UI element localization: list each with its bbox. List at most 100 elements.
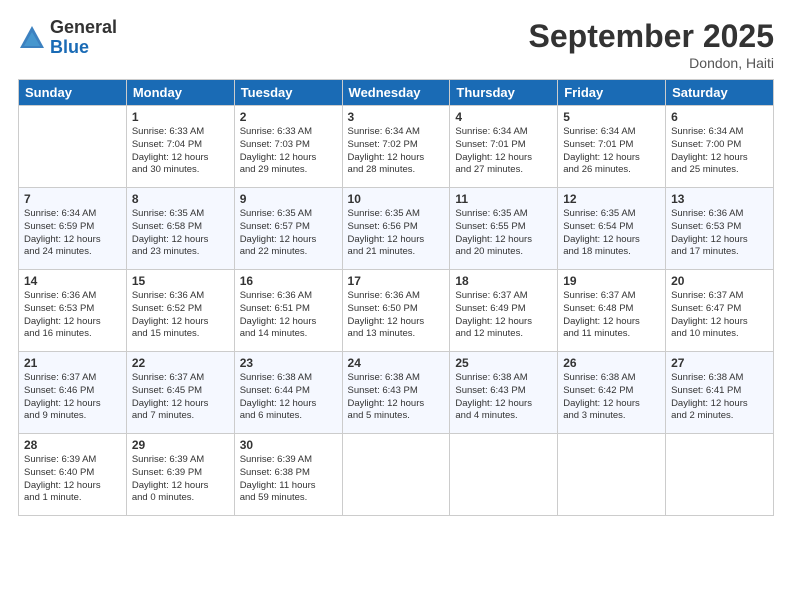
day-info: Sunrise: 6:37 AM Sunset: 6:46 PM Dayligh… xyxy=(24,372,121,423)
day-info: Sunrise: 6:36 AM Sunset: 6:50 PM Dayligh… xyxy=(348,290,445,341)
header-friday: Friday xyxy=(558,80,666,106)
header-thursday: Thursday xyxy=(450,80,558,106)
calendar-cell xyxy=(342,434,450,516)
day-number: 19 xyxy=(563,274,660,288)
day-number: 11 xyxy=(455,192,552,206)
calendar-cell: 7 Sunrise: 6:34 AM Sunset: 6:59 PM Daylig… xyxy=(19,188,127,270)
calendar-week-4: 21 Sunrise: 6:37 AM Sunset: 6:46 PM Dayli… xyxy=(19,352,774,434)
day-info: Sunrise: 6:36 AM Sunset: 6:53 PM Dayligh… xyxy=(671,208,768,259)
day-info: Sunrise: 6:38 AM Sunset: 6:42 PM Dayligh… xyxy=(563,372,660,423)
day-number: 25 xyxy=(455,356,552,370)
header-wednesday: Wednesday xyxy=(342,80,450,106)
day-info: Sunrise: 6:38 AM Sunset: 6:41 PM Dayligh… xyxy=(671,372,768,423)
day-info: Sunrise: 6:33 AM Sunset: 7:04 PM Dayligh… xyxy=(132,126,229,177)
calendar-cell: 25 Sunrise: 6:38 AM Sunset: 6:43 PM Dayli… xyxy=(450,352,558,434)
calendar-cell: 15Sunrise: 6:36 AM Sunset: 6:52 PM Dayli… xyxy=(126,270,234,352)
calendar-cell: 1 Sunrise: 6:33 AM Sunset: 7:04 PM Daylig… xyxy=(126,106,234,188)
header: General Blue September 2025 Dondon, Hait… xyxy=(18,18,774,71)
calendar-week-5: 28Sunrise: 6:39 AM Sunset: 6:40 PM Dayli… xyxy=(19,434,774,516)
day-info: Sunrise: 6:38 AM Sunset: 6:43 PM Dayligh… xyxy=(455,372,552,423)
day-info: Sunrise: 6:33 AM Sunset: 7:03 PM Dayligh… xyxy=(240,126,337,177)
calendar-cell: 27 Sunrise: 6:38 AM Sunset: 6:41 PM Dayli… xyxy=(666,352,774,434)
day-number: 10 xyxy=(348,192,445,206)
day-number: 20 xyxy=(671,274,768,288)
day-number: 22 xyxy=(132,356,229,370)
month-title: September 2025 xyxy=(529,18,774,55)
logo-general-text: General xyxy=(50,18,117,38)
day-number: 13 xyxy=(671,192,768,206)
day-info: Sunrise: 6:35 AM Sunset: 6:57 PM Dayligh… xyxy=(240,208,337,259)
weekday-header-row: Sunday Monday Tuesday Wednesday Thursday… xyxy=(19,80,774,106)
logo-text: General Blue xyxy=(50,18,117,58)
day-info: Sunrise: 6:34 AM Sunset: 7:01 PM Dayligh… xyxy=(563,126,660,177)
header-saturday: Saturday xyxy=(666,80,774,106)
day-info: Sunrise: 6:34 AM Sunset: 7:01 PM Dayligh… xyxy=(455,126,552,177)
calendar-cell: 29Sunrise: 6:39 AM Sunset: 6:39 PM Dayli… xyxy=(126,434,234,516)
day-info: Sunrise: 6:36 AM Sunset: 6:52 PM Dayligh… xyxy=(132,290,229,341)
day-info: Sunrise: 6:37 AM Sunset: 6:47 PM Dayligh… xyxy=(671,290,768,341)
day-number: 16 xyxy=(240,274,337,288)
calendar-cell: 2 Sunrise: 6:33 AM Sunset: 7:03 PM Daylig… xyxy=(234,106,342,188)
day-info: Sunrise: 6:38 AM Sunset: 6:43 PM Dayligh… xyxy=(348,372,445,423)
day-number: 17 xyxy=(348,274,445,288)
calendar-cell: 21 Sunrise: 6:37 AM Sunset: 6:46 PM Dayli… xyxy=(19,352,127,434)
day-info: Sunrise: 6:35 AM Sunset: 6:58 PM Dayligh… xyxy=(132,208,229,259)
day-info: Sunrise: 6:39 AM Sunset: 6:40 PM Dayligh… xyxy=(24,454,121,505)
day-number: 3 xyxy=(348,110,445,124)
day-number: 1 xyxy=(132,110,229,124)
day-info: Sunrise: 6:36 AM Sunset: 6:51 PM Dayligh… xyxy=(240,290,337,341)
calendar-cell: 13 Sunrise: 6:36 AM Sunset: 6:53 PM Dayli… xyxy=(666,188,774,270)
logo-icon xyxy=(18,24,46,52)
day-info: Sunrise: 6:34 AM Sunset: 7:02 PM Dayligh… xyxy=(348,126,445,177)
calendar-cell: 4 Sunrise: 6:34 AM Sunset: 7:01 PM Daylig… xyxy=(450,106,558,188)
calendar-week-1: 1 Sunrise: 6:33 AM Sunset: 7:04 PM Daylig… xyxy=(19,106,774,188)
page: General Blue September 2025 Dondon, Hait… xyxy=(0,0,792,612)
day-number: 21 xyxy=(24,356,121,370)
calendar-week-3: 14 Sunrise: 6:36 AM Sunset: 6:53 PM Dayli… xyxy=(19,270,774,352)
day-number: 14 xyxy=(24,274,121,288)
calendar-cell: 20 Sunrise: 6:37 AM Sunset: 6:47 PM Dayli… xyxy=(666,270,774,352)
day-number: 7 xyxy=(24,192,121,206)
day-number: 4 xyxy=(455,110,552,124)
logo: General Blue xyxy=(18,18,117,58)
calendar-cell xyxy=(558,434,666,516)
calendar-table: Sunday Monday Tuesday Wednesday Thursday… xyxy=(18,79,774,516)
day-number: 8 xyxy=(132,192,229,206)
day-number: 12 xyxy=(563,192,660,206)
header-sunday: Sunday xyxy=(19,80,127,106)
calendar-cell: 9 Sunrise: 6:35 AM Sunset: 6:57 PM Daylig… xyxy=(234,188,342,270)
day-info: Sunrise: 6:39 AM Sunset: 6:38 PM Dayligh… xyxy=(240,454,337,505)
calendar-cell: 22 Sunrise: 6:37 AM Sunset: 6:45 PM Dayli… xyxy=(126,352,234,434)
calendar-cell: 5Sunrise: 6:34 AM Sunset: 7:01 PM Daylig… xyxy=(558,106,666,188)
day-number: 2 xyxy=(240,110,337,124)
calendar-cell: 8 Sunrise: 6:35 AM Sunset: 6:58 PM Daylig… xyxy=(126,188,234,270)
day-info: Sunrise: 6:36 AM Sunset: 6:53 PM Dayligh… xyxy=(24,290,121,341)
header-tuesday: Tuesday xyxy=(234,80,342,106)
calendar-cell: 23 Sunrise: 6:38 AM Sunset: 6:44 PM Dayli… xyxy=(234,352,342,434)
day-info: Sunrise: 6:38 AM Sunset: 6:44 PM Dayligh… xyxy=(240,372,337,423)
day-number: 23 xyxy=(240,356,337,370)
calendar-cell: 26Sunrise: 6:38 AM Sunset: 6:42 PM Dayli… xyxy=(558,352,666,434)
day-info: Sunrise: 6:35 AM Sunset: 6:54 PM Dayligh… xyxy=(563,208,660,259)
day-number: 9 xyxy=(240,192,337,206)
calendar-cell xyxy=(666,434,774,516)
day-number: 27 xyxy=(671,356,768,370)
calendar-cell: 19Sunrise: 6:37 AM Sunset: 6:48 PM Dayli… xyxy=(558,270,666,352)
day-info: Sunrise: 6:37 AM Sunset: 6:45 PM Dayligh… xyxy=(132,372,229,423)
calendar-cell: 18Sunrise: 6:37 AM Sunset: 6:49 PM Dayli… xyxy=(450,270,558,352)
day-info: Sunrise: 6:35 AM Sunset: 6:56 PM Dayligh… xyxy=(348,208,445,259)
day-number: 30 xyxy=(240,438,337,452)
day-info: Sunrise: 6:34 AM Sunset: 6:59 PM Dayligh… xyxy=(24,208,121,259)
header-monday: Monday xyxy=(126,80,234,106)
calendar-cell: 16 Sunrise: 6:36 AM Sunset: 6:51 PM Dayli… xyxy=(234,270,342,352)
day-info: Sunrise: 6:35 AM Sunset: 6:55 PM Dayligh… xyxy=(455,208,552,259)
calendar-cell: 30 Sunrise: 6:39 AM Sunset: 6:38 PM Dayli… xyxy=(234,434,342,516)
calendar-cell: 24Sunrise: 6:38 AM Sunset: 6:43 PM Dayli… xyxy=(342,352,450,434)
calendar-cell: 3 Sunrise: 6:34 AM Sunset: 7:02 PM Daylig… xyxy=(342,106,450,188)
day-info: Sunrise: 6:34 AM Sunset: 7:00 PM Dayligh… xyxy=(671,126,768,177)
day-number: 18 xyxy=(455,274,552,288)
day-number: 29 xyxy=(132,438,229,452)
calendar-week-2: 7 Sunrise: 6:34 AM Sunset: 6:59 PM Daylig… xyxy=(19,188,774,270)
calendar-cell: 17 Sunrise: 6:36 AM Sunset: 6:50 PM Dayli… xyxy=(342,270,450,352)
day-number: 6 xyxy=(671,110,768,124)
